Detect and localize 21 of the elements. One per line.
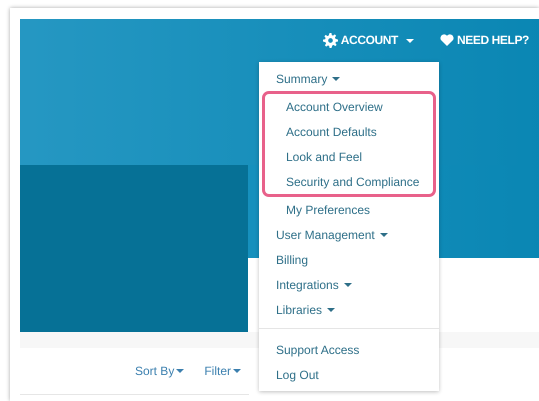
- submenu-item[interactable]: My Preferences: [259, 197, 439, 222]
- caret-icon: [233, 369, 241, 373]
- submenu-item[interactable]: Look and Feel: [265, 144, 433, 169]
- heart-icon: [440, 34, 454, 46]
- caret-icon: [176, 369, 184, 373]
- menu-item[interactable]: Summary: [259, 66, 439, 91]
- caret-icon: [406, 38, 414, 43]
- submenu-item[interactable]: Security and Compliance: [265, 169, 433, 194]
- settings-icon: [322, 32, 338, 48]
- account-menu-button[interactable]: ACCOUNT: [322, 31, 414, 49]
- help-link[interactable]: NEED HELP?: [440, 31, 529, 49]
- menu-item[interactable]: Log Out: [259, 362, 439, 387]
- menu-item[interactable]: User Management: [259, 222, 439, 247]
- menu-item[interactable]: Libraries: [259, 297, 439, 322]
- menu-item[interactable]: Support Access: [259, 337, 439, 362]
- menu-item[interactable]: Billing: [259, 247, 439, 272]
- submenu-item[interactable]: Account Defaults: [265, 119, 433, 144]
- submenu-item[interactable]: Account Overview: [265, 94, 433, 119]
- sort-dropdown[interactable]: Sort By: [134, 362, 184, 380]
- filter-dropdown[interactable]: Filter: [204, 362, 241, 380]
- menu-item[interactable]: Integrations: [259, 272, 439, 297]
